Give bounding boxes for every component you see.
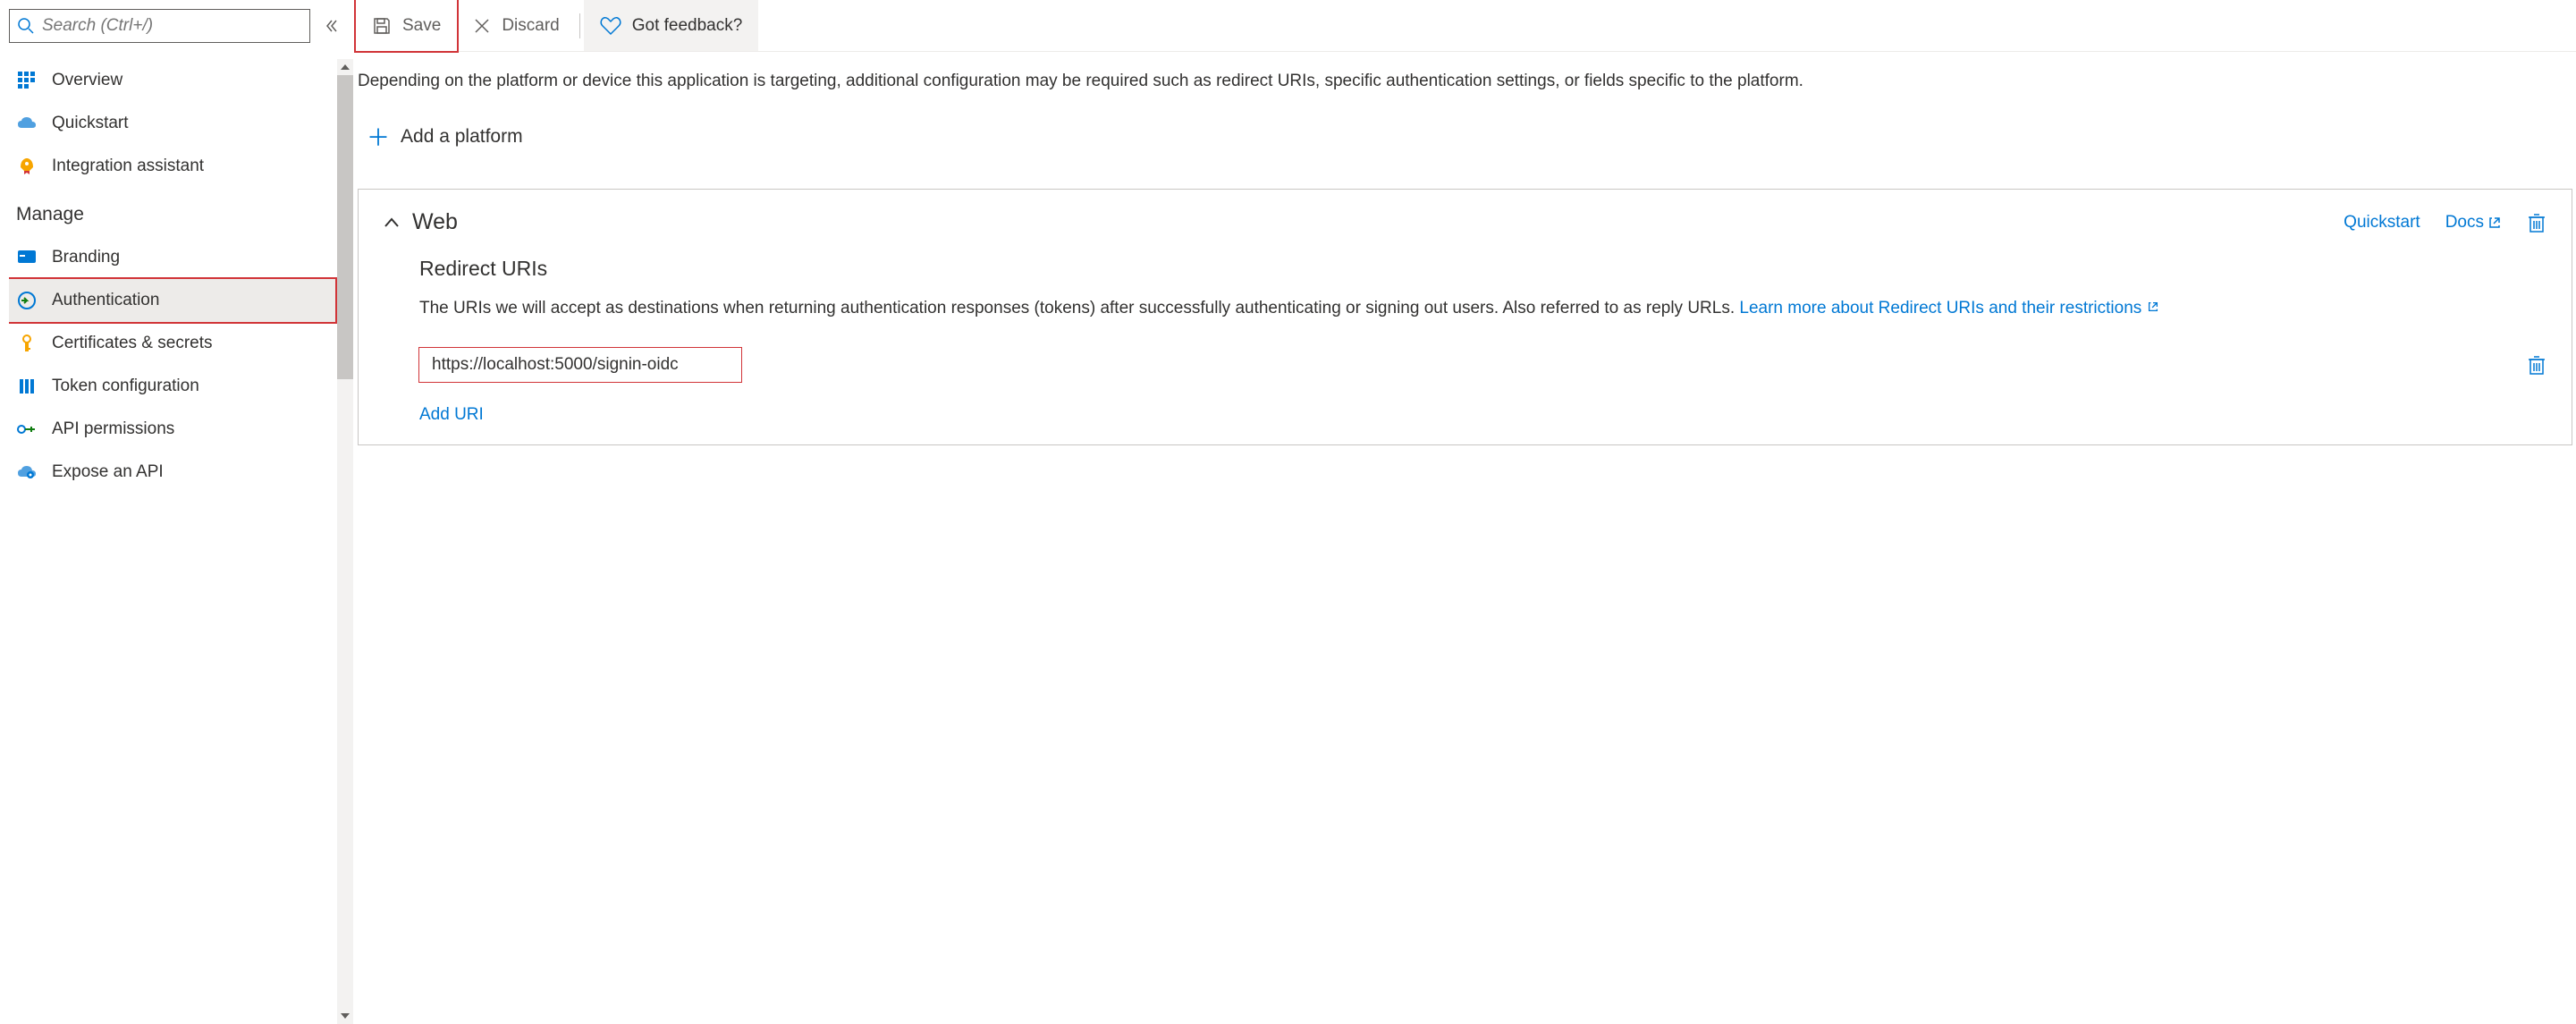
sidebar-item-branding[interactable]: Branding: [9, 236, 335, 279]
uri-row: https://localhost:5000/signin-oidc: [419, 348, 2546, 382]
card-title: Web: [412, 209, 2331, 235]
sidebar-scroll: Overview Quickstart Integration assistan…: [9, 59, 353, 1024]
redirect-desc: The URIs we will accept as destinations …: [419, 295, 2546, 322]
quickstart-link[interactable]: Quickstart: [2344, 213, 2420, 233]
toolbar-divider: [579, 13, 580, 38]
feedback-button[interactable]: Got feedback?: [584, 0, 759, 51]
sidebar-item-apiperm[interactable]: API permissions: [9, 408, 335, 451]
branding-icon: [16, 247, 38, 268]
search-row: [9, 9, 353, 43]
collapse-sidebar-icon[interactable]: [319, 13, 344, 38]
redirect-desc-text: The URIs we will accept as destinations …: [419, 299, 1739, 317]
expose-api-icon: [16, 461, 38, 483]
sidebar-item-label: Expose an API: [52, 462, 164, 482]
learn-more-link[interactable]: Learn more about Redirect URIs and their…: [1739, 299, 2158, 317]
sidebar-item-integration[interactable]: Integration assistant: [9, 145, 335, 188]
card-body: Redirect URIs The URIs we will accept as…: [419, 235, 2546, 424]
delete-platform-button[interactable]: [2527, 212, 2546, 233]
heart-icon: [600, 16, 621, 36]
delete-uri-button[interactable]: [2527, 354, 2546, 376]
external-link-icon: [2487, 216, 2502, 230]
sidebar-item-label: API permissions: [52, 419, 174, 439]
discard-button[interactable]: Discard: [457, 0, 575, 51]
auth-icon: [16, 290, 38, 311]
sidebar-item-authentication[interactable]: Authentication: [9, 279, 335, 322]
section-manage-header: Manage: [9, 188, 335, 236]
card-links: Quickstart Docs: [2344, 212, 2546, 233]
scrollbar-down-icon[interactable]: [337, 1008, 353, 1024]
add-platform-label: Add a platform: [401, 126, 523, 148]
grid-icon: [16, 70, 38, 91]
close-icon: [473, 17, 491, 35]
sidebar-item-label: Authentication: [52, 291, 159, 310]
add-uri-button[interactable]: Add URI: [419, 405, 484, 425]
card-header: Web Quickstart Docs: [384, 209, 2546, 235]
rocket-icon: [16, 156, 38, 177]
sidebar-item-label: Branding: [52, 248, 120, 267]
toolbar: Save Discard Got feedback?: [354, 0, 2576, 52]
sidebar-item-label: Overview: [52, 71, 122, 90]
add-platform-button[interactable]: ＋ Add a platform: [367, 120, 523, 153]
scrollbar-up-icon[interactable]: [337, 59, 353, 75]
sidebar-item-label: Integration assistant: [52, 157, 204, 176]
docs-link[interactable]: Docs: [2445, 213, 2502, 233]
search-box[interactable]: [9, 9, 310, 43]
save-button[interactable]: Save: [356, 0, 457, 51]
learn-more-label: Learn more about Redirect URIs and their…: [1739, 299, 2141, 317]
sidebar-item-exposeapi[interactable]: Expose an API: [9, 451, 335, 494]
content: Depending on the platform or device this…: [354, 52, 2576, 1024]
sidebar-item-tokencfg[interactable]: Token configuration: [9, 365, 335, 408]
sidebar-item-quickstart[interactable]: Quickstart: [9, 102, 335, 145]
token-icon: [16, 376, 38, 397]
search-input[interactable]: [42, 16, 302, 36]
key-icon: [16, 333, 38, 354]
main: Save Discard Got feedback? Depending on …: [353, 0, 2576, 1024]
platform-card-web: Web Quickstart Docs Redirect URIs: [358, 189, 2572, 444]
api-perm-icon: [16, 419, 38, 440]
cloud-icon: [16, 113, 38, 134]
uri-value: https://localhost:5000/signin-oidc: [432, 355, 679, 374]
plus-icon: ＋: [367, 120, 390, 153]
chevron-up-icon[interactable]: [384, 217, 400, 228]
search-icon: [17, 17, 35, 35]
sidebar-item-label: Certificates & secrets: [52, 334, 213, 353]
redirect-uris-header: Redirect URIs: [419, 257, 2546, 281]
docs-label: Docs: [2445, 213, 2484, 233]
external-link-icon: [2147, 300, 2159, 313]
save-icon: [372, 16, 392, 36]
feedback-label: Got feedback?: [632, 16, 743, 36]
uri-input[interactable]: https://localhost:5000/signin-oidc: [419, 348, 741, 382]
scrollbar-thumb[interactable]: [337, 75, 353, 379]
save-label: Save: [402, 16, 441, 36]
sidebar-item-label: Quickstart: [52, 114, 129, 133]
intro-text: Depending on the platform or device this…: [358, 68, 2576, 95]
sidebar-item-overview[interactable]: Overview: [9, 59, 335, 102]
sidebar-item-certificates[interactable]: Certificates & secrets: [9, 322, 335, 365]
sidebar-item-label: Token configuration: [52, 377, 199, 396]
sidebar: Overview Quickstart Integration assistan…: [0, 0, 353, 1024]
discard-label: Discard: [502, 16, 559, 36]
